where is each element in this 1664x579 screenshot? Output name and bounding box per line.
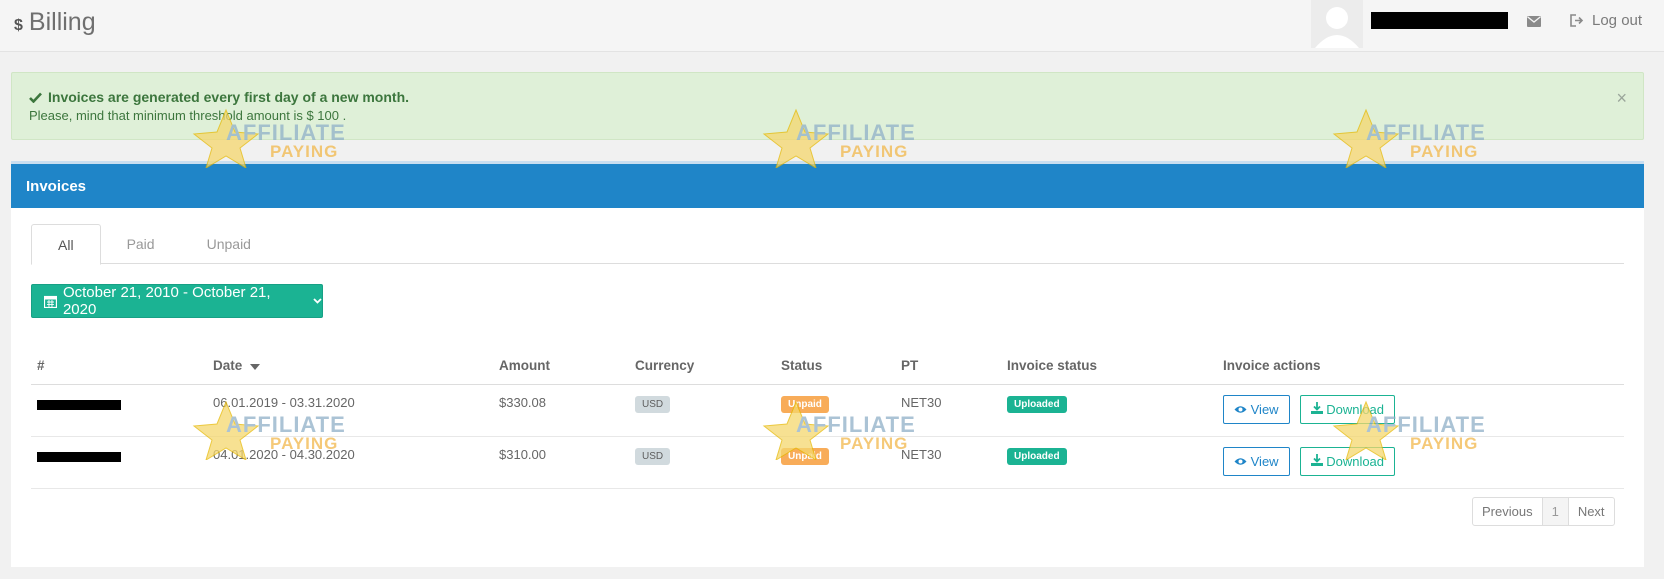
- alert-text: Please, mind that minimum threshold amou…: [29, 108, 347, 123]
- cell-amount: $310.00: [493, 436, 629, 489]
- download-button[interactable]: Download: [1299, 394, 1396, 424]
- page-title-text: Billing: [28, 8, 96, 36]
- col-date-label: Date: [213, 358, 243, 374]
- cell-date: 04.01.2020 - 04.30.2020: [207, 436, 493, 489]
- table-header-row: # Date Amount Currency Status PT Invoice…: [31, 348, 1624, 385]
- currency-badge: USD: [635, 447, 671, 465]
- col-status: Status: [775, 348, 895, 385]
- cell-pt: NET30: [895, 436, 1001, 489]
- view-label: View: [1250, 401, 1279, 417]
- redacted-invoice-id: [37, 399, 121, 410]
- col-invoice-status: Invoice status: [1001, 348, 1217, 385]
- view-button[interactable]: View: [1223, 394, 1290, 424]
- cell-amount: $330.08: [493, 384, 629, 437]
- col-pt: PT: [895, 348, 1001, 385]
- view-label: View: [1250, 453, 1279, 469]
- download-button[interactable]: Download: [1299, 446, 1396, 476]
- download-icon: [1310, 453, 1323, 466]
- tab-paid[interactable]: Paid: [101, 224, 181, 264]
- chevron-down-icon: [313, 298, 322, 304]
- sort-desc-icon: [250, 364, 261, 371]
- cell-actions: View Download: [1217, 436, 1624, 489]
- calendar-icon: [44, 295, 57, 308]
- watermark-text-2: PAYING: [840, 142, 909, 161]
- redacted-invoice-id: [37, 451, 121, 462]
- cell-id: [31, 436, 207, 489]
- cell-actions: View Download: [1217, 384, 1624, 437]
- invoices-panel: Invoices All Paid Unpaid October 21, 201…: [11, 161, 1644, 567]
- col-amount: Amount: [493, 348, 629, 385]
- status-badge: Unpaid: [781, 447, 829, 465]
- info-alert: Invoices are generated every first day o…: [11, 72, 1644, 140]
- cell-status: Unpaid: [775, 436, 895, 489]
- col-invoice-actions: Invoice actions: [1217, 348, 1624, 385]
- envelope-icon[interactable]: [1527, 14, 1541, 32]
- cell-invoice-status: Uploaded: [1001, 384, 1217, 437]
- invoice-status-badge: Uploaded: [1007, 395, 1067, 413]
- view-button[interactable]: View: [1223, 446, 1290, 476]
- logout-label: Log out: [1592, 12, 1643, 29]
- invoices-table: # Date Amount Currency Status PT Invoice…: [31, 348, 1624, 489]
- redacted-username: [1371, 12, 1508, 29]
- cell-status: Unpaid: [775, 384, 895, 437]
- watermark-text-2: PAYING: [1410, 142, 1479, 161]
- col-date[interactable]: Date: [207, 348, 493, 385]
- download-icon: [1310, 401, 1323, 414]
- eye-icon: [1234, 457, 1247, 465]
- cell-date: 06.01.2019 - 03.31.2020: [207, 384, 493, 437]
- sign-out-icon: [1570, 14, 1584, 27]
- page-title: $ Billing: [14, 8, 96, 37]
- dollar-icon: $: [14, 17, 23, 34]
- eye-icon: [1234, 405, 1247, 413]
- cell-currency: USD: [629, 436, 775, 489]
- table-row: 06.01.2019 - 03.31.2020 $330.08 USD Unpa…: [31, 384, 1624, 437]
- invoice-tabs: All Paid Unpaid: [31, 224, 1624, 265]
- table-row: 04.01.2020 - 04.30.2020 $310.00 USD Unpa…: [31, 436, 1624, 489]
- download-label: Download: [1326, 453, 1385, 469]
- currency-badge: USD: [635, 395, 671, 413]
- avatar[interactable]: [1311, 0, 1363, 48]
- page-1-button[interactable]: 1: [1541, 498, 1568, 525]
- tab-all[interactable]: All: [31, 224, 101, 265]
- cell-id: [31, 384, 207, 437]
- next-button[interactable]: Next: [1567, 498, 1614, 525]
- user-silhouette-icon: [1315, 7, 1359, 48]
- pagination: Previous 1 Next: [1472, 497, 1615, 526]
- date-range-button[interactable]: October 21, 2010 - October 21, 2020: [31, 284, 323, 318]
- cell-currency: USD: [629, 384, 775, 437]
- alert-title: Invoices are generated every first day o…: [29, 89, 409, 105]
- check-icon: [29, 92, 42, 103]
- logout-link[interactable]: Log out: [1570, 12, 1642, 29]
- date-range-label: October 21, 2010 - October 21, 2020: [62, 284, 271, 318]
- top-bar: $ Billing Log out: [0, 0, 1664, 52]
- previous-button[interactable]: Previous: [1473, 498, 1542, 525]
- invoice-status-badge: Uploaded: [1007, 447, 1067, 465]
- watermark-text-2: PAYING: [270, 142, 339, 161]
- panel-heading: Invoices: [11, 161, 1644, 208]
- close-icon[interactable]: ×: [1616, 88, 1627, 109]
- col-currency: Currency: [629, 348, 775, 385]
- status-badge: Unpaid: [781, 395, 829, 413]
- col-id: #: [31, 348, 207, 385]
- download-label: Download: [1326, 401, 1385, 417]
- alert-title-text: Invoices are generated every first day o…: [48, 89, 410, 105]
- tab-unpaid[interactable]: Unpaid: [181, 224, 277, 264]
- cell-invoice-status: Uploaded: [1001, 436, 1217, 489]
- cell-pt: NET30: [895, 384, 1001, 437]
